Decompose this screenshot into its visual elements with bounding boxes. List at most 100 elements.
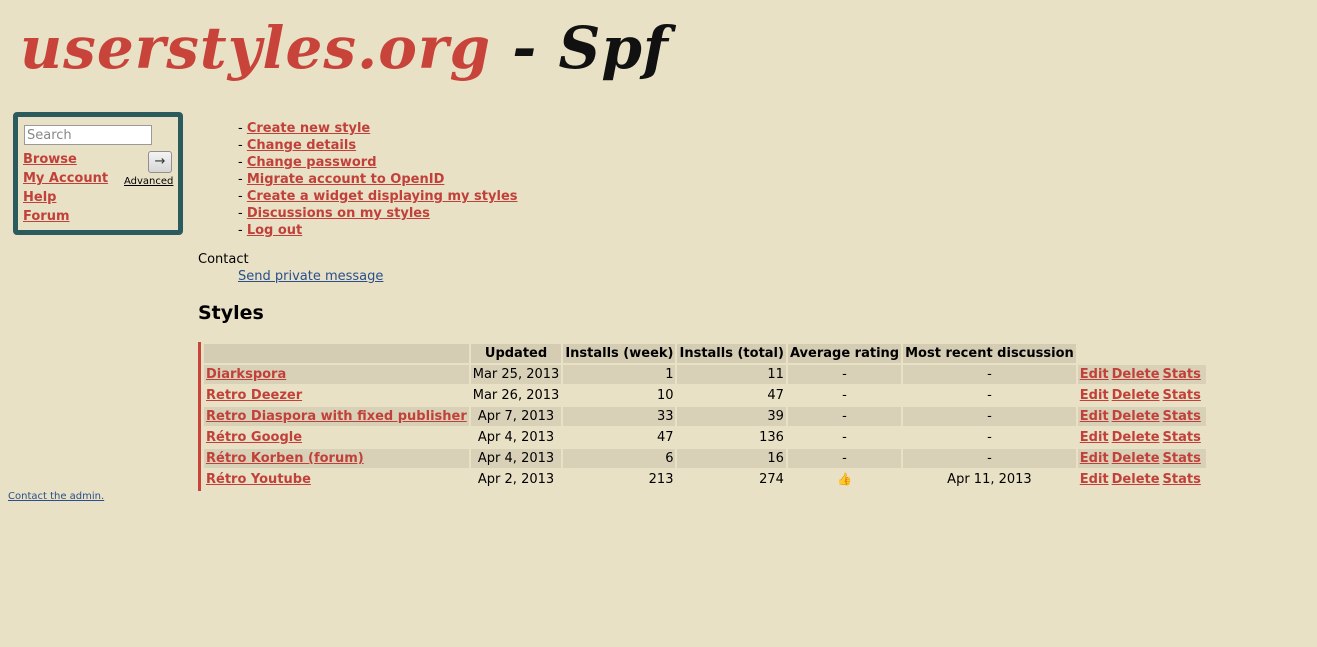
- menu-bullet: -: [238, 155, 247, 170]
- rating-cell: -: [842, 430, 847, 445]
- delete-link[interactable]: Delete: [1112, 451, 1160, 466]
- contact-section: Send private message: [238, 269, 383, 284]
- table-row: Retro Diaspora with fixed publisher Apr …: [204, 407, 1206, 426]
- contact-heading: Contact: [198, 252, 249, 267]
- installs-week-cell: 213: [648, 472, 674, 487]
- stats-link[interactable]: Stats: [1163, 367, 1201, 382]
- contact-admin-link[interactable]: Contact the admin.: [8, 491, 104, 502]
- create-widget-link[interactable]: Create a widget displaying my styles: [247, 189, 518, 204]
- thumbs-up-icon: 👍: [837, 472, 852, 486]
- col-header-name: [204, 344, 469, 363]
- style-name-cell: Rétro Youtube: [204, 470, 469, 489]
- discussions-link[interactable]: Discussions on my styles: [247, 206, 430, 221]
- installs-total-cell: 47: [767, 388, 784, 403]
- table-row: Rétro Youtube Apr 2, 2013 213 274 👍 Apr …: [204, 470, 1206, 489]
- sidebar-item-my-account[interactable]: My Account: [23, 169, 108, 188]
- stats-link[interactable]: Stats: [1163, 472, 1201, 487]
- style-name-cell: Rétro Korben (forum): [204, 449, 469, 468]
- edit-link[interactable]: Edit: [1080, 430, 1109, 445]
- delete-link[interactable]: Delete: [1112, 430, 1160, 445]
- style-link[interactable]: Diarkspora: [206, 367, 286, 382]
- col-header-recent-discussion: Most recent discussion: [903, 344, 1076, 363]
- updated-cell: Apr 4, 2013: [470, 449, 562, 468]
- menu-item: - Log out: [238, 222, 518, 239]
- updated-cell: Apr 7, 2013: [470, 407, 562, 426]
- change-password-link[interactable]: Change password: [247, 155, 377, 170]
- log-out-link[interactable]: Log out: [247, 223, 302, 238]
- style-link[interactable]: Rétro Korben (forum): [206, 451, 364, 466]
- discussion-date: Apr 11, 2013: [947, 472, 1032, 487]
- table-row: Diarkspora Mar 25, 2013 1 11 - - Edit Del…: [204, 365, 1206, 384]
- stats-link[interactable]: Stats: [1163, 388, 1201, 403]
- col-header-average-rating: Average rating: [787, 344, 902, 363]
- menu-bullet: -: [238, 206, 247, 221]
- sidebar-item-browse[interactable]: Browse: [23, 150, 108, 169]
- style-name-cell: Rétro Google: [204, 428, 469, 447]
- discussion-cell: -: [987, 388, 992, 403]
- style-link[interactable]: Rétro Youtube: [206, 472, 311, 487]
- create-new-style-link[interactable]: Create new style: [247, 121, 370, 136]
- sidebar-item-help[interactable]: Help: [23, 188, 108, 207]
- edit-link[interactable]: Edit: [1080, 409, 1109, 424]
- menu-item: - Migrate account to OpenID: [238, 171, 518, 188]
- discussion-cell: -: [903, 449, 1076, 468]
- installs-week-cell: 33: [563, 407, 676, 426]
- stats-link[interactable]: Stats: [1163, 451, 1201, 466]
- updated-cell: Mar 26, 2013: [472, 388, 560, 403]
- change-details-link[interactable]: Change details: [247, 138, 356, 153]
- actions-cell: Edit Delete Stats: [1078, 428, 1206, 447]
- menu-bullet: -: [238, 121, 247, 136]
- col-header-installs-total: Installs (total): [677, 344, 786, 363]
- menu-item: - Discussions on my styles: [238, 205, 518, 222]
- sidebar: → Advanced Browse My Account Help Forum: [13, 112, 183, 235]
- table-row: Retro Deezer Mar 26, 2013 10 47 - - Edit…: [204, 386, 1206, 405]
- menu-item: - Create a widget displaying my styles: [238, 188, 518, 205]
- rating-cell: -: [787, 449, 902, 468]
- style-name-cell: Retro Diaspora with fixed publisher: [204, 407, 469, 426]
- sidebar-links: Browse My Account Help Forum: [23, 150, 108, 226]
- stats-link[interactable]: Stats: [1163, 409, 1201, 424]
- installs-week-cell: 6: [563, 449, 676, 468]
- sidebar-item-forum[interactable]: Forum: [23, 207, 108, 226]
- table-row: Rétro Korben (forum) Apr 4, 2013 6 16 - …: [204, 449, 1206, 468]
- send-private-message-link[interactable]: Send private message: [238, 269, 383, 284]
- advanced-search-link[interactable]: Advanced: [124, 176, 173, 187]
- updated-cell: Apr 4, 2013: [477, 430, 555, 445]
- installs-total-cell: 16: [677, 449, 786, 468]
- rating-cell: -: [842, 388, 847, 403]
- updated-cell: Mar 25, 2013: [470, 365, 562, 384]
- style-link[interactable]: Retro Diaspora with fixed publisher: [206, 409, 467, 424]
- menu-item: - Change password: [238, 154, 518, 171]
- installs-total-cell: 39: [677, 407, 786, 426]
- style-link[interactable]: Rétro Google: [206, 430, 302, 445]
- col-header-installs-week: Installs (week): [563, 344, 676, 363]
- edit-link[interactable]: Edit: [1080, 367, 1109, 382]
- delete-link[interactable]: Delete: [1112, 409, 1160, 424]
- table-header-row: Updated Installs (week) Installs (total)…: [204, 344, 1206, 363]
- edit-link[interactable]: Edit: [1080, 388, 1109, 403]
- delete-link[interactable]: Delete: [1112, 367, 1160, 382]
- delete-link[interactable]: Delete: [1112, 472, 1160, 487]
- style-name-cell: Diarkspora: [204, 365, 469, 384]
- installs-week-cell: 1: [563, 365, 676, 384]
- actions-cell: Edit Delete Stats: [1077, 449, 1206, 468]
- edit-link[interactable]: Edit: [1080, 472, 1109, 487]
- rating-cell: -: [787, 407, 902, 426]
- logo-username: Spf: [558, 14, 669, 82]
- migrate-openid-link[interactable]: Migrate account to OpenID: [247, 172, 445, 187]
- menu-item: - Change details: [238, 137, 518, 154]
- stats-link[interactable]: Stats: [1163, 430, 1201, 445]
- rating-cell: -: [787, 365, 902, 384]
- actions-cell: Edit Delete Stats: [1077, 365, 1206, 384]
- style-link[interactable]: Retro Deezer: [206, 388, 302, 403]
- menu-item: - Create new style: [238, 120, 518, 137]
- discussion-cell: -: [903, 407, 1076, 426]
- installs-week-cell: 47: [656, 430, 674, 445]
- actions-cell: Edit Delete Stats: [1078, 386, 1206, 405]
- style-name-cell: Retro Deezer: [204, 386, 469, 405]
- search-go-button[interactable]: →: [148, 151, 172, 173]
- delete-link[interactable]: Delete: [1112, 388, 1160, 403]
- search-input[interactable]: [24, 125, 152, 145]
- logo-separator: -: [491, 14, 559, 82]
- edit-link[interactable]: Edit: [1080, 451, 1109, 466]
